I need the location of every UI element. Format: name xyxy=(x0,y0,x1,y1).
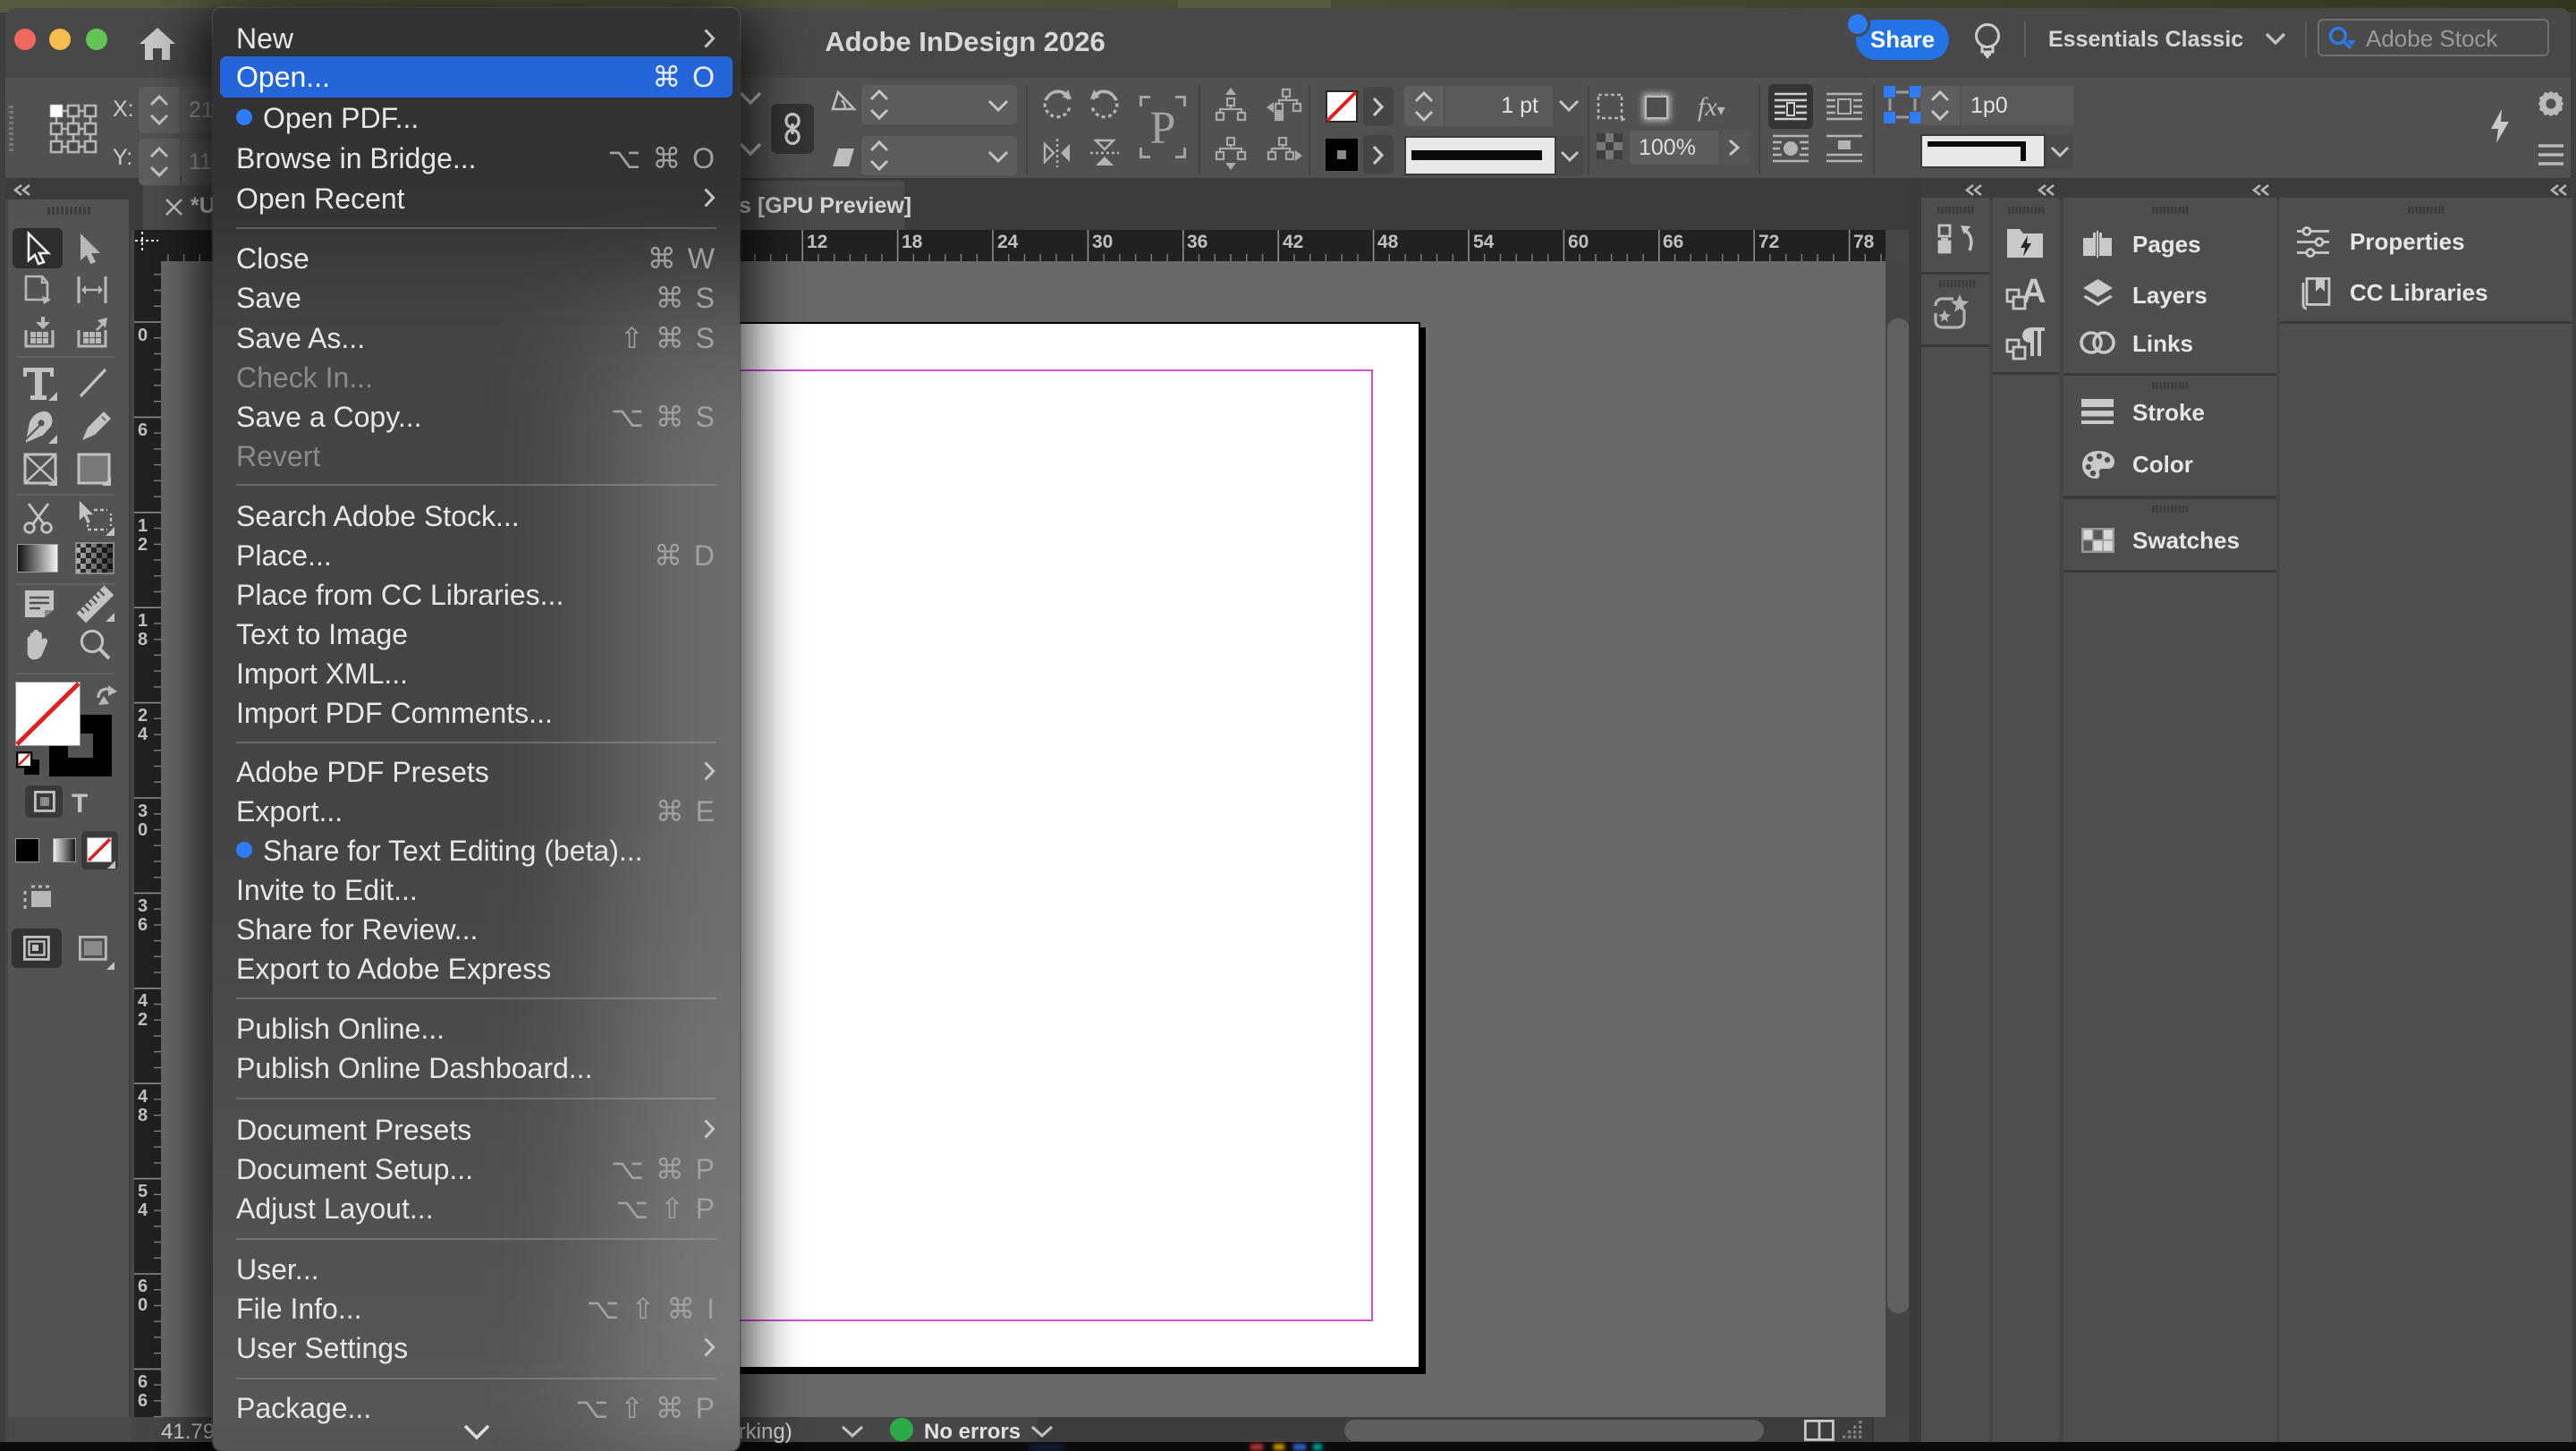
svg-text:P: P xyxy=(1150,103,1176,154)
